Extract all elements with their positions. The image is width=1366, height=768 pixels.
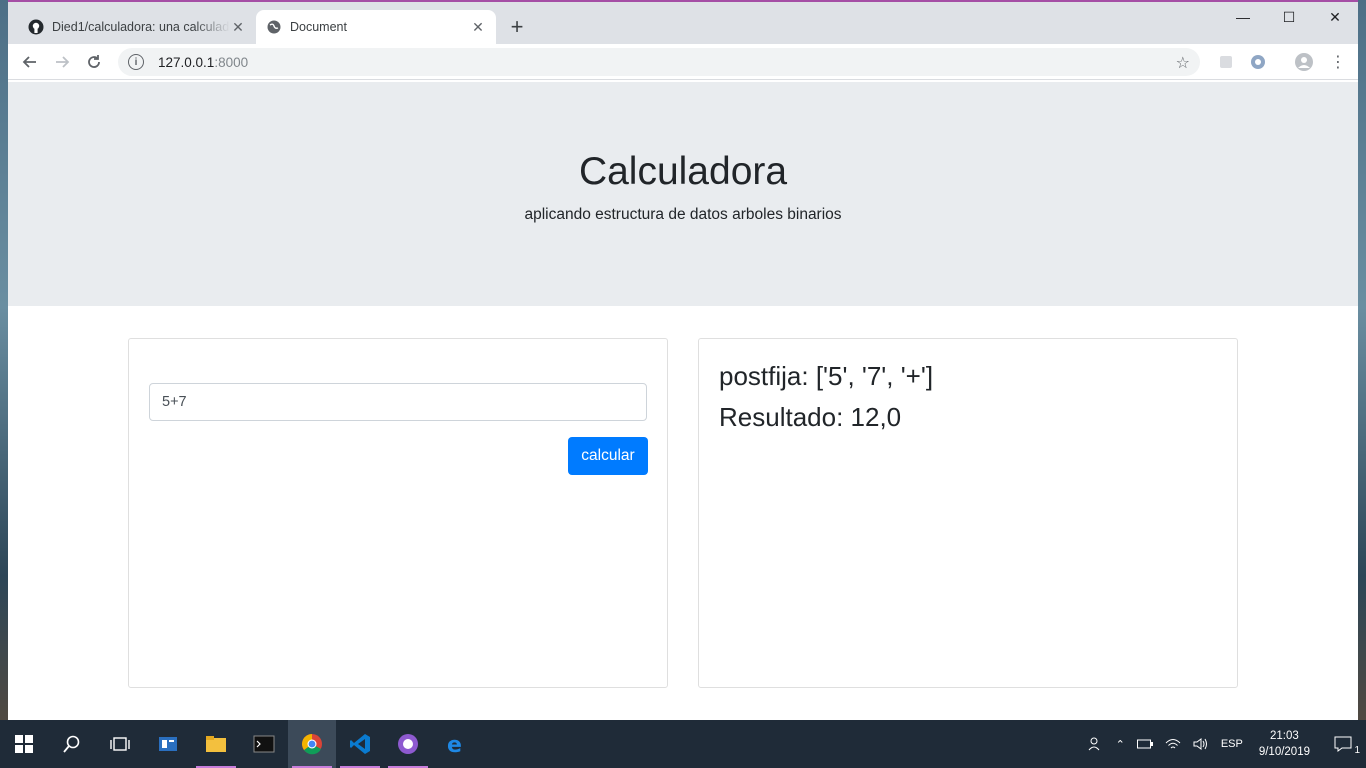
task-view-icon[interactable] — [96, 720, 144, 768]
battery-icon[interactable] — [1131, 739, 1159, 749]
tab-title: Document — [290, 20, 347, 34]
postfix-text: postfija: ['5', '7', '+'] — [719, 361, 934, 391]
address-bar[interactable]: i 127.0.0.1:8000 ☆ — [118, 48, 1200, 76]
system-tray: ⌃ ESP 21:03 9/10/2019 1 — [1082, 720, 1366, 768]
maximize-icon[interactable]: ☐ — [1266, 2, 1312, 32]
expression-input[interactable]: 5+7 — [149, 383, 647, 421]
vscode-icon[interactable] — [336, 720, 384, 768]
new-tab-button[interactable]: + — [505, 14, 529, 39]
clock-date: 9/10/2019 — [1258, 746, 1310, 758]
result-text: Resultado: 12,0 — [719, 402, 902, 432]
minimize-icon[interactable]: — — [1220, 2, 1266, 32]
language-indicator[interactable]: ESP — [1215, 738, 1249, 750]
tab-document[interactable]: Document ✕ — [256, 10, 496, 44]
github-desktop-icon[interactable] — [384, 720, 432, 768]
result-card: postfija: ['5', '7', '+'] Resultado: 12,… — [698, 338, 1238, 688]
taskbar: e ⌃ ESP 21:03 9/10/2019 1 — [0, 720, 1366, 768]
info-icon[interactable]: i — [128, 54, 144, 70]
terminal-icon[interactable] — [240, 720, 288, 768]
bookmark-star-icon[interactable]: ☆ — [1176, 53, 1190, 73]
extension-icon[interactable] — [1214, 50, 1238, 74]
tab-github[interactable]: Died1/calculadora: una calculadora ✕ — [18, 10, 256, 44]
extension-icon[interactable] — [1246, 50, 1270, 74]
wifi-icon[interactable] — [1159, 737, 1187, 751]
notification-center-icon[interactable]: 1 — [1320, 736, 1366, 756]
clock[interactable]: 21:03 9/10/2019 — [1249, 728, 1320, 760]
calculate-button[interactable]: calcular — [568, 437, 648, 475]
volume-icon[interactable] — [1187, 737, 1215, 751]
window-controls: — ☐ ✕ — [1220, 2, 1358, 32]
edge-icon[interactable]: e — [432, 720, 480, 768]
url-port: :8000 — [214, 54, 249, 70]
url-host: 127.0.0.1 — [158, 54, 215, 70]
page-subtitle: aplicando estructura de datos arboles bi… — [524, 206, 842, 223]
news-app-icon[interactable] — [144, 720, 192, 768]
browser-toolbar: i 127.0.0.1:8000 ☆ ⋮ — [8, 44, 1358, 80]
page-content: Calculadora aplicando estructura de dato… — [8, 82, 1358, 720]
browser-window: Died1/calculadora: una calculadora ✕ Doc… — [8, 0, 1358, 720]
close-tab-icon[interactable]: ✕ — [230, 19, 246, 35]
menu-dots-icon[interactable]: ⋮ — [1326, 50, 1350, 74]
chrome-icon[interactable] — [288, 720, 336, 768]
search-icon[interactable] — [48, 720, 96, 768]
clock-time: 21:03 — [1270, 730, 1299, 742]
hero-banner: Calculadora aplicando estructura de dato… — [8, 82, 1358, 306]
reload-button[interactable] — [78, 48, 110, 76]
svg-text:e: e — [447, 733, 462, 755]
tab-strip: Died1/calculadora: una calculadora ✕ Doc… — [8, 2, 1358, 44]
back-button[interactable] — [14, 48, 46, 76]
close-window-icon[interactable]: ✕ — [1312, 2, 1358, 32]
notification-count: 1 — [1354, 745, 1360, 756]
github-icon — [28, 19, 44, 35]
chevron-up-icon[interactable]: ⌃ — [1110, 738, 1131, 751]
page-title: Calculadora — [578, 150, 788, 193]
file-explorer-icon[interactable] — [192, 720, 240, 768]
close-tab-icon[interactable]: ✕ — [470, 19, 486, 35]
people-icon[interactable] — [1082, 736, 1110, 752]
forward-button[interactable] — [46, 48, 78, 76]
windows-start-icon[interactable] — [0, 720, 48, 768]
calculator-form-card: 5+7 calcular — [128, 338, 668, 688]
tab-title: Died1/calculadora: una calculadora — [52, 20, 230, 34]
globe-icon — [266, 19, 282, 35]
profile-avatar-icon[interactable] — [1292, 50, 1316, 74]
